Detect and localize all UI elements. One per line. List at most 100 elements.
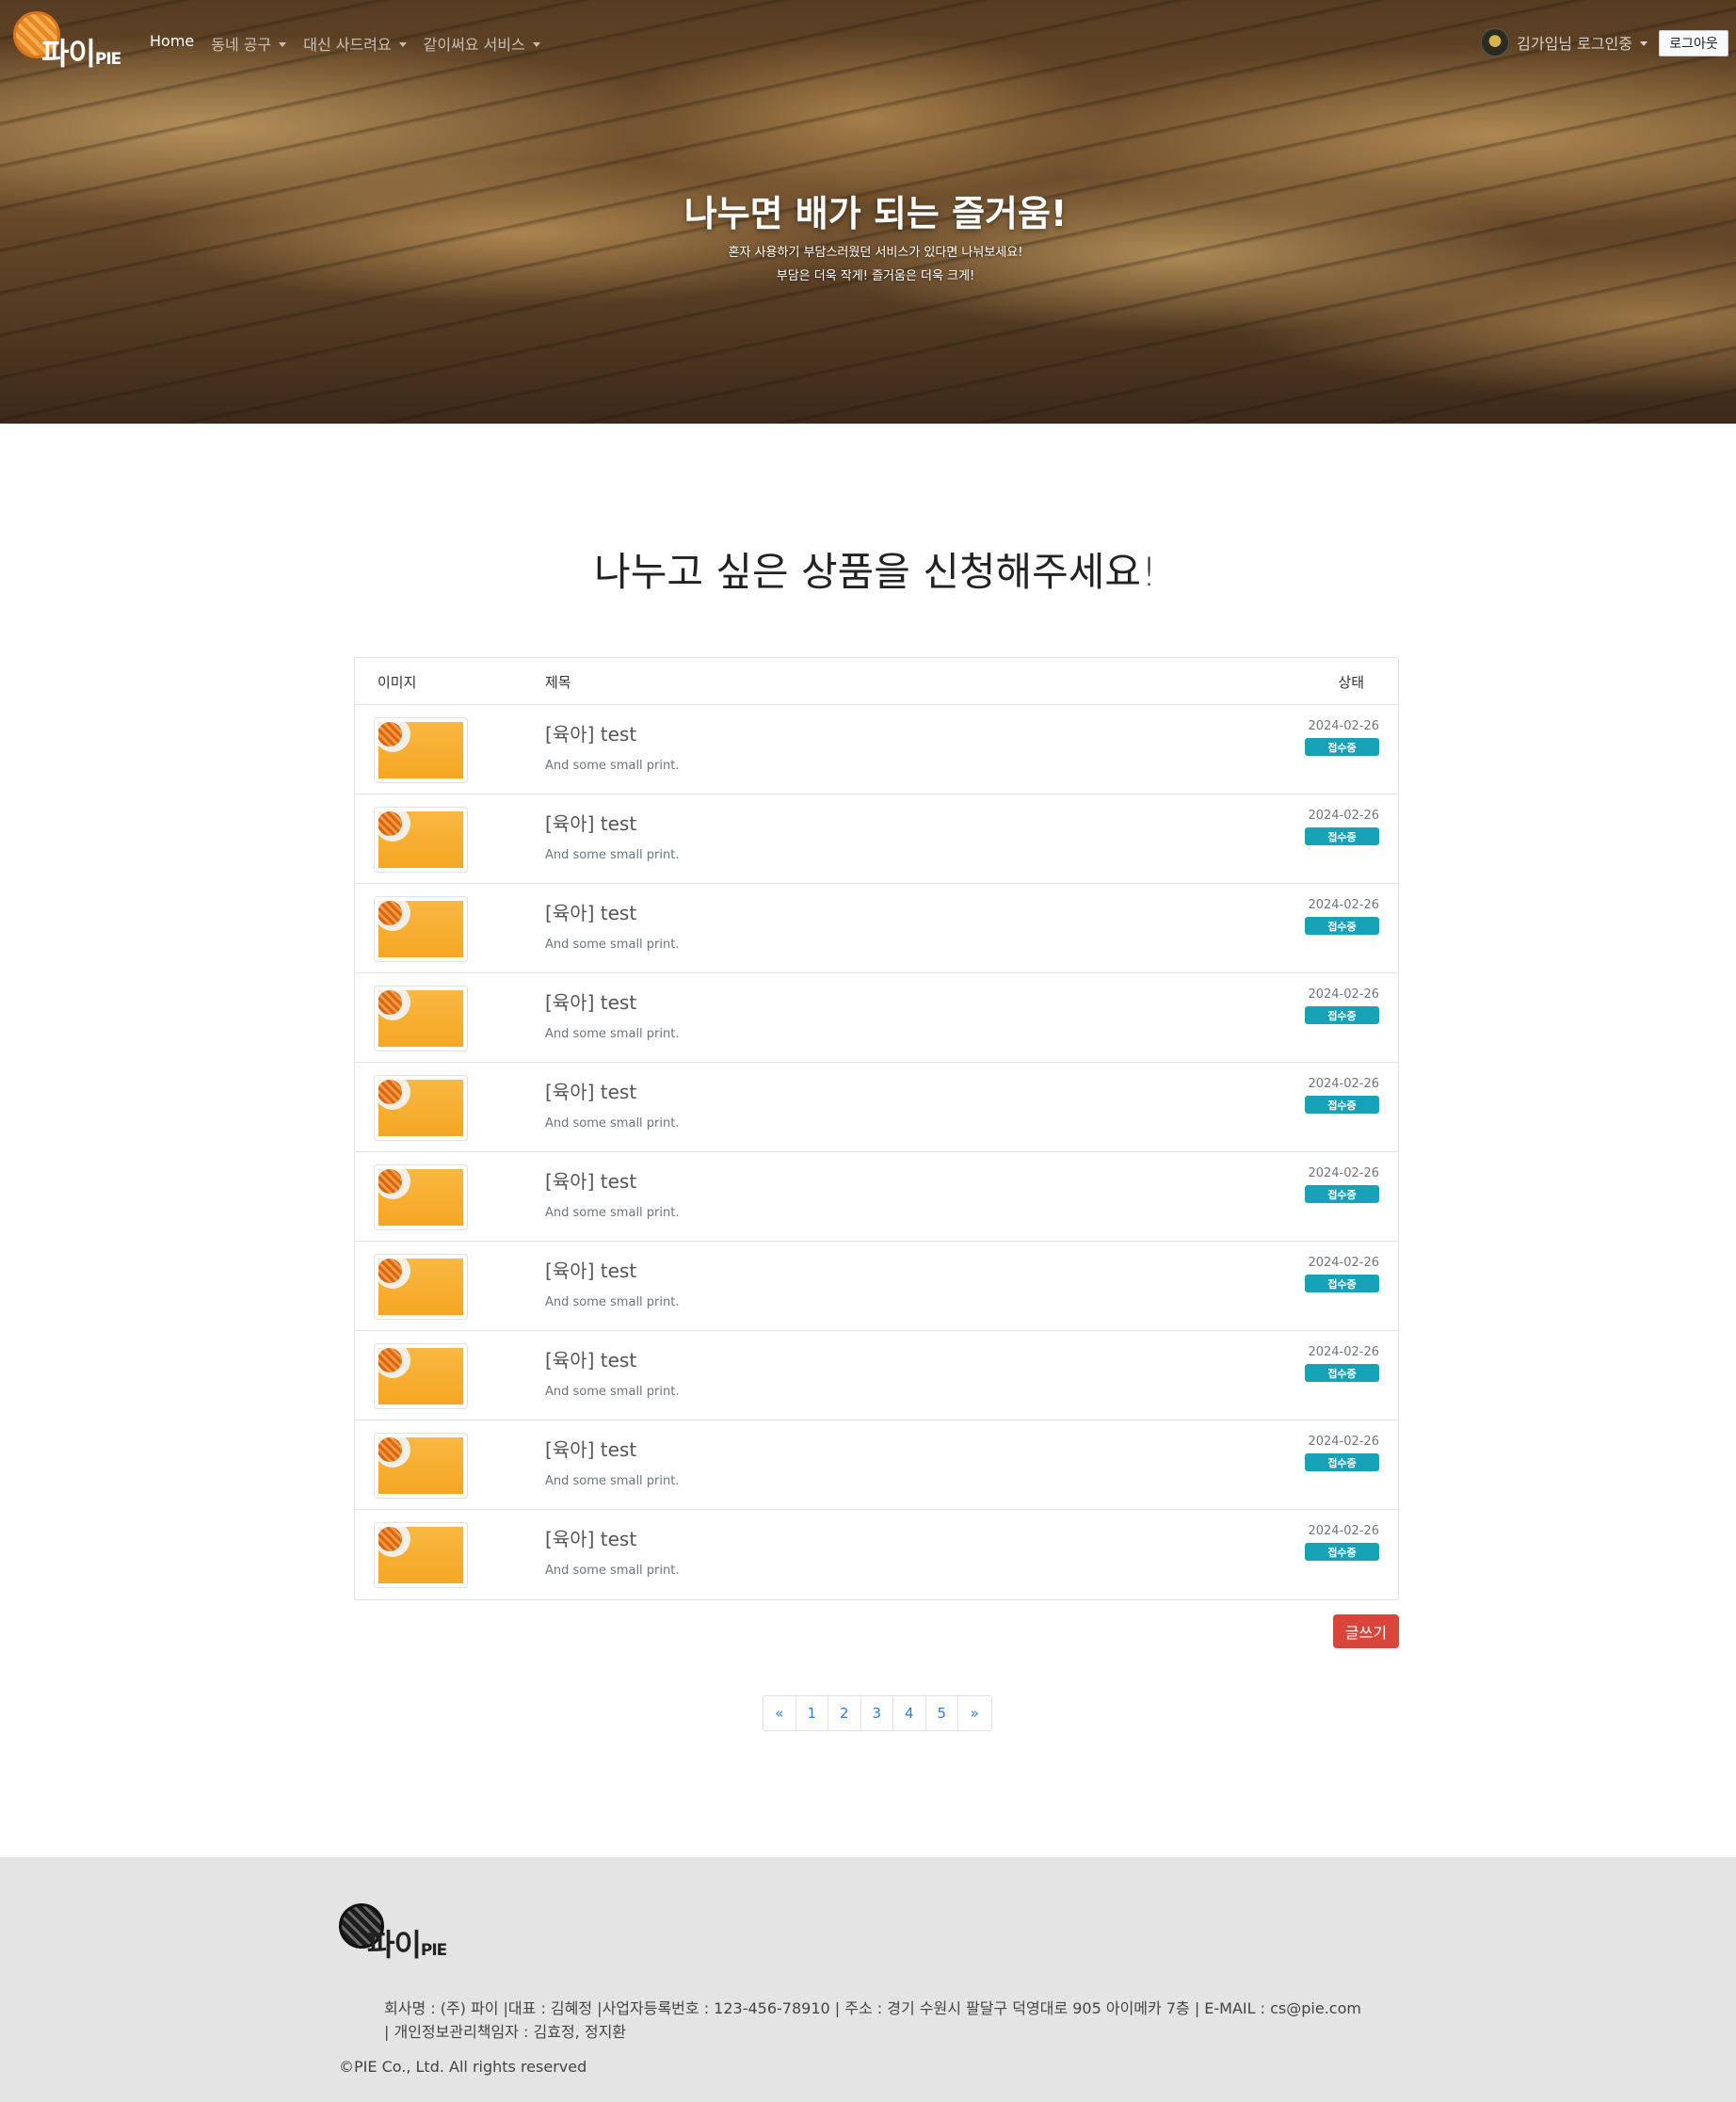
waffle-image-icon [378,1437,410,1468]
column-header-image: 이미지 [378,674,417,691]
logout-button[interactable]: 로그아웃 [1659,30,1728,56]
status-badge: 접수중 [1305,1543,1379,1561]
copyright: ©PIE Co., Ltd. All rights reserved [339,2058,587,2076]
row-small-print: And some small print. [545,938,680,952]
row-date: 2024-02-26 [1308,1345,1379,1359]
user-label: 김가입님 로그인중 [1517,35,1632,53]
row-title-link[interactable]: [육아] test [545,1166,636,1194]
row-title-link[interactable]: [육아] test [545,1435,636,1462]
row-date: 2024-02-26 [1308,1435,1379,1449]
row-small-print: And some small print. [545,1295,680,1309]
column-header-title: 제목 [545,674,571,691]
footer: 파이PIE 회사명 : (주) 파이 |대표 : 김혜정 |사업자등록번호 : … [0,1857,1736,2102]
product-thumbnail[interactable] [374,1254,468,1320]
nav-home-link[interactable]: Home [150,32,194,55]
status-badge: 접수중 [1305,1006,1379,1024]
top-navbar: 파이PIE Home 동네 공구 대신 사드려요 같이써요 서비스 김가입님 로… [0,0,1736,87]
row-title-link[interactable]: [육아] test [545,987,636,1015]
row-title-link[interactable]: [육아] test [545,1524,636,1551]
table-row[interactable]: [육아] test And some small print. 2024-02-26… [355,794,1398,884]
row-title-link[interactable]: [육아] test [545,809,636,836]
page-1-button[interactable]: 1 [796,1696,828,1730]
product-thumbnail[interactable] [374,986,468,1051]
row-small-print: And some small print. [545,1564,680,1578]
page-2-button[interactable]: 2 [828,1696,861,1730]
status-badge: 접수중 [1305,1453,1379,1471]
table-row[interactable]: [육아] test And some small print. 2024-02-26… [355,1510,1398,1599]
row-title-link[interactable]: [육아] test [545,1345,636,1372]
status-badge: 접수중 [1305,1364,1379,1382]
page-next-button[interactable]: » [958,1696,991,1730]
nav-sharing-service-dropdown[interactable]: 같이써요 서비스 [424,32,540,55]
row-small-print: And some small print. [545,1027,680,1041]
product-thumbnail[interactable] [374,717,468,783]
row-small-print: And some small print. [545,1385,680,1399]
waffle-image-icon [378,990,410,1020]
product-thumbnail[interactable] [374,1164,468,1230]
product-thumbnail[interactable] [374,896,468,962]
table-row[interactable]: [육아] test And some small print. 2024-02-26… [355,1242,1398,1331]
hero-title: 나누면 배가 되는 즐거움! [683,193,1068,234]
row-title-link[interactable]: [육아] test [545,719,636,746]
product-thumbnail[interactable] [374,1343,468,1409]
row-date: 2024-02-26 [1308,987,1379,1002]
row-small-print: And some small print. [545,759,680,773]
nav-proxy-purchase-dropdown[interactable]: 대신 사드려요 [303,32,406,55]
status-badge: 접수중 [1305,738,1379,756]
table-row[interactable]: [육아] test And some small print. 2024-02-26… [355,1152,1398,1242]
footer-logo: 파이PIE [339,1903,461,1964]
row-title-link[interactable]: [육아] test [545,1256,636,1283]
page-title: 나누고 싶은 상품을 신청해주세요! [594,549,1157,595]
product-thumbnail[interactable] [374,1075,468,1141]
row-small-print: And some small print. [545,848,680,862]
table-row[interactable]: [육아] test And some small print. 2024-02-26… [355,973,1398,1063]
row-small-print: And some small print. [545,1206,680,1220]
row-date: 2024-02-26 [1308,1077,1379,1091]
avatar [1481,28,1510,56]
hero-subtitle-line1: 혼자 사용하기 부담스러웠던 서비스가 있다면 나눠보세요! [728,246,1023,260]
waffle-image-icon [378,1259,410,1289]
page-4-button[interactable]: 4 [893,1696,926,1730]
row-date: 2024-02-26 [1308,719,1379,733]
product-thumbnail[interactable] [374,1433,468,1499]
column-header-status: 상태 [1338,674,1364,691]
product-thumbnail[interactable] [374,807,468,873]
table-row[interactable]: [육아] test And some small print. 2024-02-26… [355,705,1398,794]
status-badge: 접수중 [1305,827,1379,845]
status-badge: 접수중 [1305,1096,1379,1114]
page-prev-button[interactable]: « [764,1696,796,1730]
table-header: 이미지 제목 상태 [355,658,1398,705]
waffle-image-icon [378,1169,410,1199]
request-table: 이미지 제목 상태 [육아] test And some small print.… [354,657,1399,1600]
table-row[interactable]: [육아] test And some small print. 2024-02-26… [355,1063,1398,1152]
table-row[interactable]: [육아] test And some small print. 2024-02-26… [355,1420,1398,1510]
hero-subtitle-line2: 부담은 더욱 작게! 즐거움은 더욱 크게! [776,269,975,283]
write-button[interactable]: 글쓰기 [1333,1614,1399,1648]
brand-logo[interactable]: 파이PIE [13,11,131,72]
waffle-image-icon [378,811,410,842]
waffle-image-icon [378,901,410,931]
waffle-image-icon [378,1527,410,1557]
nav-links: Home 동네 공구 대신 사드려요 같이써요 서비스 [150,32,540,55]
row-small-print: And some small print. [545,1116,680,1131]
page-3-button[interactable]: 3 [860,1696,893,1730]
waffle-image-icon [378,722,410,752]
status-badge: 접수중 [1305,1275,1379,1292]
table-row[interactable]: [육아] test And some small print. 2024-02-26… [355,884,1398,973]
status-badge: 접수중 [1305,1185,1379,1203]
page-5-button[interactable]: 5 [925,1696,958,1730]
row-date: 2024-02-26 [1308,898,1379,912]
product-thumbnail[interactable] [374,1522,468,1588]
pagination: « 1 2 3 4 5 » [763,1695,992,1731]
company-info: 회사명 : (주) 파이 |대표 : 김혜정 |사업자등록번호 : 123-45… [384,1999,1361,2041]
table-row[interactable]: [육아] test And some small print. 2024-02-26… [355,1331,1398,1420]
row-date: 2024-02-26 [1308,1166,1379,1180]
row-title-link[interactable]: [육아] test [545,1077,636,1104]
row-small-print: And some small print. [545,1474,680,1488]
row-title-link[interactable]: [육아] test [545,898,636,925]
row-date: 2024-02-26 [1308,1524,1379,1538]
row-date: 2024-02-26 [1308,1256,1379,1270]
status-badge: 접수중 [1305,917,1379,935]
nav-group-buying-dropdown[interactable]: 동네 공구 [211,32,286,55]
user-menu[interactable]: 김가입님 로그인중 [1481,28,1648,56]
